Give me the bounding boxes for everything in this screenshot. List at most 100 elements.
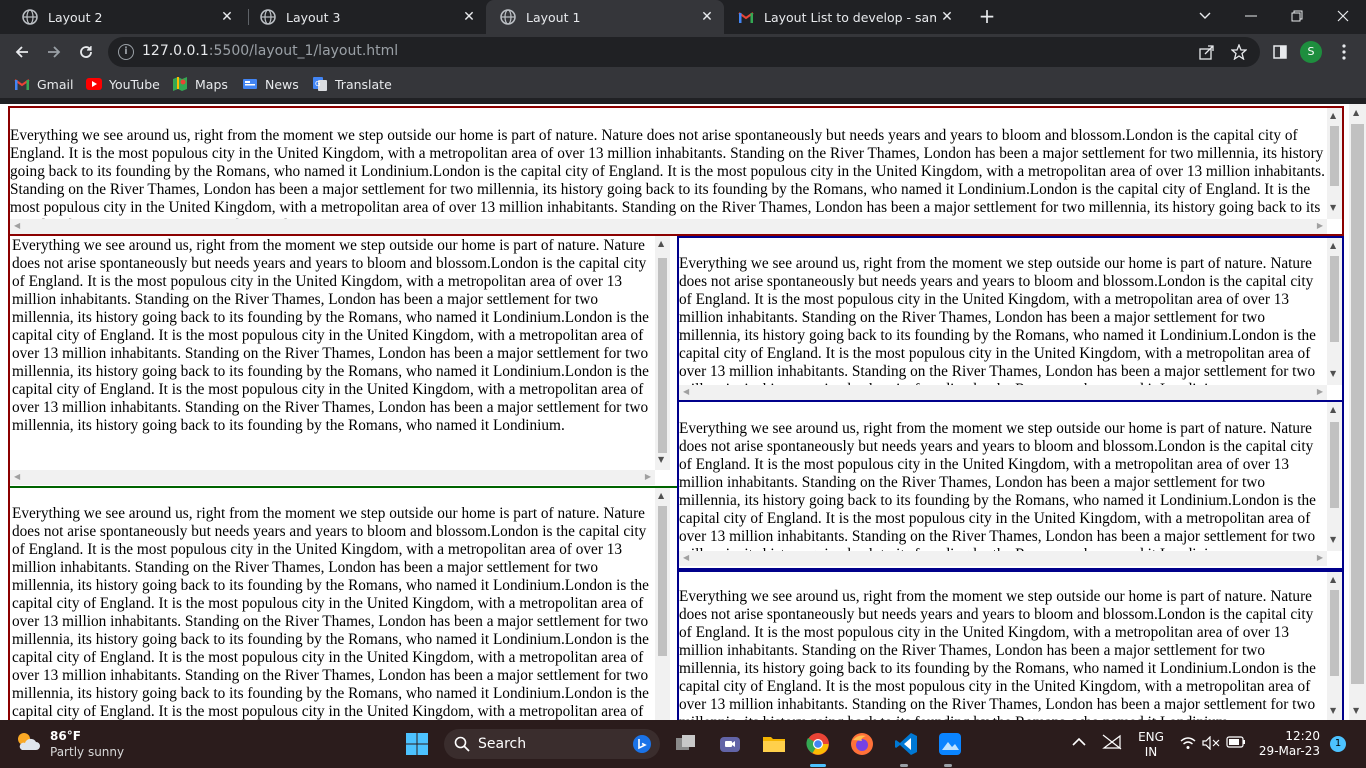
scroll-down-arrow-icon[interactable]: ▼ (1330, 369, 1336, 378)
tab-layout-list[interactable]: Layout List to develop - samiksha ✕ (724, 0, 964, 34)
firefox-icon[interactable] (848, 730, 876, 758)
left-top-text-box[interactable]: Everything we see around us, right from … (10, 236, 670, 488)
scroll-down-arrow-icon[interactable]: ▼ (1330, 706, 1336, 715)
bookmark-gmail[interactable]: Gmail (14, 75, 73, 93)
right-box-2[interactable]: Everything we see around us, right from … (677, 402, 1344, 570)
scroll-down-arrow-icon[interactable]: ▼ (1330, 535, 1336, 544)
scroll-thumb[interactable] (1330, 422, 1339, 508)
close-window-icon[interactable] (1320, 0, 1366, 32)
new-tab-button[interactable]: + (976, 5, 998, 27)
right-box-2-paragraph: Everything we see around us, right from … (679, 420, 1316, 563)
task-view-icon[interactable] (672, 730, 700, 758)
profile-avatar[interactable]: S (1300, 41, 1322, 63)
side-panel-icon[interactable] (1268, 40, 1292, 64)
tab-search-icon[interactable] (1182, 0, 1228, 32)
vscode-icon[interactable] (892, 730, 920, 758)
scroll-right-arrow-icon[interactable]: ▶ (1317, 221, 1323, 230)
bookmark-star-icon[interactable] (1230, 43, 1248, 61)
scroll-right-arrow-icon[interactable]: ▶ (1317, 387, 1323, 396)
url-text[interactable]: 127.0.0.1:5500/layout_1/layout.html (142, 43, 398, 59)
scroll-up-arrow-icon[interactable]: ▲ (658, 239, 664, 248)
scroll-left-arrow-icon[interactable]: ◀ (683, 553, 689, 562)
taskbar-search[interactable]: Search (444, 729, 660, 759)
scroll-up-arrow-icon[interactable]: ▲ (1330, 575, 1336, 584)
tab-strip: Layout 2 ✕ Layout 3 ✕ Layout 1 ✕ Layout … (0, 0, 1366, 34)
chrome-icon[interactable] (804, 730, 832, 758)
left-top-horizontal-scrollbar[interactable]: ◀ ▶ (10, 470, 655, 485)
menu-icon[interactable] (1332, 40, 1356, 64)
battery-icon[interactable] (1226, 736, 1246, 751)
restore-icon[interactable] (1274, 0, 1320, 32)
volume-muted-icon[interactable] (1202, 735, 1220, 753)
scroll-up-arrow-icon[interactable]: ▲ (1330, 405, 1336, 414)
right-box-2-vertical-scrollbar[interactable]: ▲ ▼ (1327, 402, 1342, 551)
scroll-up-arrow-icon[interactable]: ▲ (658, 491, 664, 500)
scroll-down-arrow-icon[interactable]: ▼ (1353, 706, 1359, 715)
notification-badge[interactable]: 1 (1330, 736, 1346, 752)
scroll-up-arrow-icon[interactable]: ▲ (1330, 241, 1336, 250)
scroll-up-arrow-icon[interactable]: ▲ (1330, 111, 1336, 120)
bookmark-news[interactable]: News (242, 75, 299, 93)
url-port: :5500 (208, 43, 250, 59)
right-box-2-horizontal-scrollbar[interactable]: ◀ ▶ (679, 551, 1327, 566)
language-indicator[interactable]: ENG IN (1138, 730, 1164, 760)
right-box-1[interactable]: Everything we see around us, right from … (677, 236, 1344, 402)
clock[interactable]: 12:20 29-Mar-23 (1258, 729, 1320, 759)
right-box-3[interactable]: Everything we see around us, right from … (677, 570, 1344, 720)
tab-layout-1[interactable]: Layout 1 ✕ (486, 0, 724, 34)
meet-chat-icon[interactable] (716, 730, 744, 758)
close-tab-icon[interactable]: ✕ (216, 9, 238, 25)
left-bottom-vertical-scrollbar[interactable]: ▲ (655, 488, 670, 720)
page-vertical-scrollbar[interactable]: ▲ ▼ (1349, 104, 1366, 720)
clock-time: 12:20 (1285, 729, 1320, 743)
address-bar[interactable]: i 127.0.0.1:5500/layout_1/layout.html (108, 37, 1260, 67)
forward-icon[interactable] (42, 40, 66, 64)
scroll-right-arrow-icon[interactable]: ▶ (645, 472, 651, 481)
right-box-1-vertical-scrollbar[interactable]: ▲ ▼ (1327, 238, 1342, 385)
page-scroll-thumb[interactable] (1351, 124, 1364, 684)
windows-start-icon[interactable] (403, 730, 431, 758)
scroll-left-arrow-icon[interactable]: ◀ (14, 472, 20, 481)
left-bottom-text-box[interactable]: Everything we see around us, right from … (10, 488, 670, 720)
scroll-left-arrow-icon[interactable]: ◀ (14, 221, 20, 230)
gmail-icon (738, 9, 754, 25)
bookmark-label: Maps (195, 76, 228, 92)
file-explorer-icon[interactable] (760, 730, 788, 758)
network-offline-icon[interactable] (1102, 734, 1122, 753)
show-hidden-icons-icon[interactable] (1072, 736, 1086, 750)
scroll-thumb[interactable] (1330, 256, 1339, 342)
gmail-icon (14, 76, 30, 92)
scroll-thumb[interactable] (1330, 590, 1339, 676)
site-info-icon[interactable]: i (118, 44, 134, 60)
tab-layout-3[interactable]: Layout 3 ✕ (246, 0, 486, 34)
minimize-icon[interactable] (1228, 0, 1274, 32)
top-box-horizontal-scrollbar[interactable]: ◀ ▶ (10, 219, 1327, 234)
close-tab-icon[interactable]: ✕ (696, 9, 718, 25)
right-box-1-horizontal-scrollbar[interactable]: ◀ ▶ (679, 385, 1327, 400)
scroll-down-arrow-icon[interactable]: ▼ (658, 455, 664, 464)
scroll-left-arrow-icon[interactable]: ◀ (683, 387, 689, 396)
close-tab-icon[interactable]: ✕ (458, 9, 480, 25)
top-box-vertical-scrollbar[interactable]: ▲ ▼ (1327, 108, 1342, 219)
left-top-vertical-scrollbar[interactable]: ▲ ▼ (655, 236, 670, 470)
scroll-thumb[interactable] (658, 506, 667, 656)
close-tab-icon[interactable]: ✕ (936, 9, 958, 25)
weather-widget[interactable]: 86°F Partly sunny (14, 728, 124, 760)
bookmark-maps[interactable]: Maps (172, 75, 228, 93)
back-icon[interactable] (10, 40, 34, 64)
wifi-icon[interactable] (1180, 736, 1196, 753)
top-text-box[interactable]: Everything we see around us, right from … (8, 106, 1344, 236)
globe-icon (500, 9, 516, 25)
reload-icon[interactable] (74, 40, 98, 64)
scroll-thumb[interactable] (1330, 126, 1339, 186)
right-box-3-vertical-scrollbar[interactable]: ▲ ▼ (1327, 572, 1342, 720)
scroll-thumb[interactable] (658, 258, 667, 453)
bookmark-translate[interactable]: G Translate (312, 75, 392, 93)
share-icon[interactable] (1198, 43, 1216, 61)
scroll-up-arrow-icon[interactable]: ▲ (1353, 108, 1359, 117)
scroll-right-arrow-icon[interactable]: ▶ (1317, 553, 1323, 562)
tab-layout-2[interactable]: Layout 2 ✕ (8, 0, 244, 34)
scroll-down-arrow-icon[interactable]: ▼ (1330, 203, 1336, 212)
photos-app-icon[interactable] (936, 730, 964, 758)
bookmark-youtube[interactable]: YouTube (86, 75, 160, 93)
